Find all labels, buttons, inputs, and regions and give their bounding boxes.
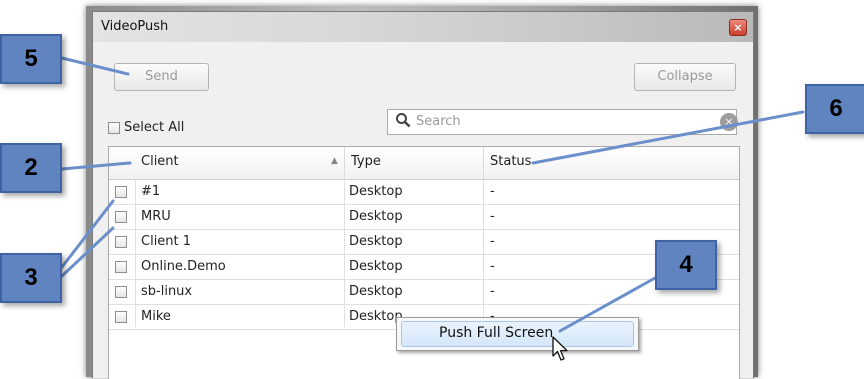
callout-arrows [60, 56, 805, 333]
callout-badge: 6 [805, 84, 864, 134]
callout-arrow-4 [558, 276, 657, 333]
callout-badge: 5 [0, 34, 62, 84]
callout-badge: 3 [0, 253, 62, 303]
callout-arrow-6 [531, 110, 805, 165]
callout-badge: 4 [655, 240, 717, 290]
callout-badge: 2 [0, 143, 62, 193]
callout-arrow-2 [60, 161, 132, 171]
callout-arrow-5 [60, 56, 130, 76]
